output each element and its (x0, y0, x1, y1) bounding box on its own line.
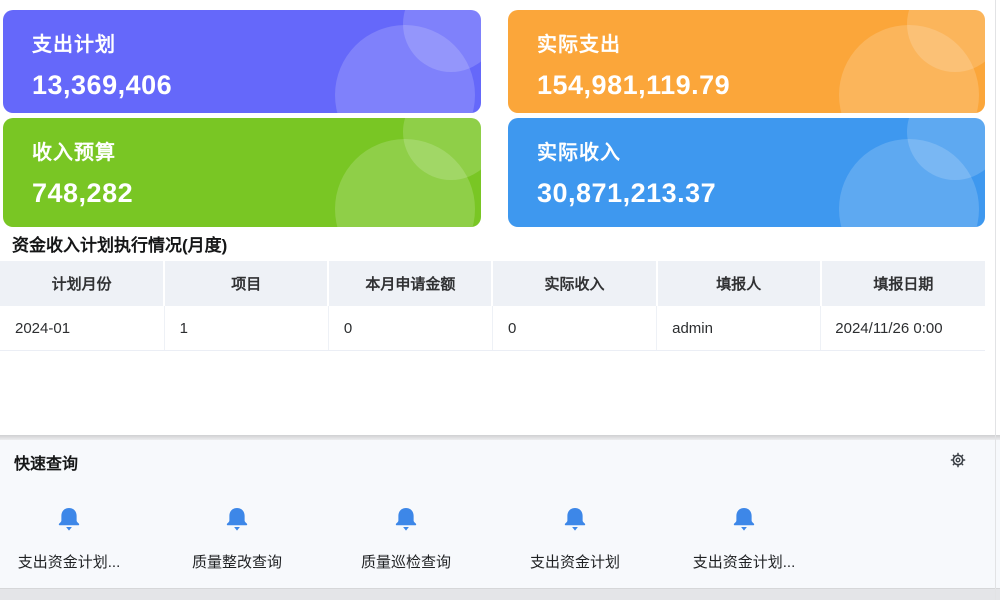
quick-query-item[interactable]: 支出资金计划 (490, 505, 660, 572)
stat-card-value: 30,871,213.37 (537, 178, 985, 209)
cell-project: 1 (164, 306, 328, 351)
quick-query-item[interactable]: 支出资金计划... (0, 505, 154, 572)
column-header-plan-month: 计划月份 (0, 261, 164, 306)
horizontal-scrollbar-track[interactable] (0, 588, 1000, 600)
section-title-income-plan: 资金收入计划执行情况(月度) (12, 231, 227, 256)
table-row[interactable]: 2024-01 1 0 0 admin 2024/11/26 0:00 (0, 306, 985, 351)
quick-query-panel: 快速查询 支出资金计划... 质量整改查询 (0, 440, 1000, 588)
dashboard: 支出计划 13,369,406 实际支出 154,981,119.79 收入预算… (0, 0, 1000, 600)
quick-query-label: 支出资金计划... (0, 551, 154, 572)
stat-card-value: 13,369,406 (32, 70, 481, 101)
bell-icon (54, 505, 84, 535)
cell-reporter: admin (657, 306, 821, 351)
stat-card-title: 支出计划 (32, 28, 481, 57)
stat-card-expenditure-plan: 支出计划 13,369,406 (3, 10, 481, 113)
quick-query-label: 质量巡检查询 (321, 551, 491, 572)
stat-card-title: 收入预算 (32, 136, 481, 165)
stat-card-actual-expenditure: 实际支出 154,981,119.79 (508, 10, 985, 113)
right-edge-divider (995, 0, 996, 600)
quick-query-label: 质量整改查询 (152, 551, 322, 572)
column-header-project: 项目 (164, 261, 328, 306)
quick-query-title: 快速查询 (14, 450, 78, 474)
quick-query-label: 支出资金计划 (490, 551, 660, 572)
column-header-reporter: 填报人 (657, 261, 821, 306)
stat-card-title: 实际支出 (537, 28, 985, 57)
stat-card-income-budget: 收入预算 748,282 (3, 118, 481, 227)
cell-plan-month: 2024-01 (0, 306, 164, 351)
gear-icon (949, 451, 967, 469)
stat-card-title: 实际收入 (537, 136, 985, 165)
cell-actual-income: 0 (492, 306, 656, 351)
stat-card-actual-income: 实际收入 30,871,213.37 (508, 118, 985, 227)
bell-icon (729, 505, 759, 535)
quick-query-item[interactable]: 质量整改查询 (152, 505, 322, 572)
column-header-request-amt: 本月申请金额 (328, 261, 492, 306)
table-header: 计划月份 项目 本月申请金额 实际收入 填报人 填报日期 (0, 261, 985, 306)
quick-query-item[interactable]: 支出资金计划... (659, 505, 829, 572)
cell-report-date: 2024/11/26 0:00 (821, 306, 985, 351)
bell-icon (222, 505, 252, 535)
quick-query-item[interactable]: 质量巡检查询 (321, 505, 491, 572)
settings-button[interactable] (949, 451, 967, 469)
quick-query-label: 支出资金计划... (659, 551, 829, 572)
column-header-report-date: 填报日期 (821, 261, 985, 306)
bell-icon (560, 505, 590, 535)
stat-card-value: 748,282 (32, 178, 481, 209)
column-header-actual-income: 实际收入 (492, 261, 656, 306)
stat-card-value: 154,981,119.79 (537, 70, 985, 101)
cell-request-amt: 0 (328, 306, 492, 351)
bell-icon (391, 505, 421, 535)
income-plan-table: 计划月份 项目 本月申请金额 实际收入 填报人 填报日期 2024-01 1 0… (0, 261, 985, 351)
